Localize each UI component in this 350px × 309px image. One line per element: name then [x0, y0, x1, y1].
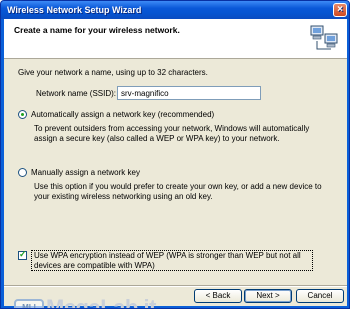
auto-key-description: To prevent outsiders from accessing your…	[34, 124, 310, 143]
wizard-client-area: Create a name for your wireless network.…	[4, 19, 347, 309]
watermark-tld: it	[143, 295, 156, 309]
wizard-header: Create a name for your wireless network.	[4, 19, 347, 59]
watermark: MLI MegaLab.it	[14, 295, 156, 309]
wpa-checkbox-label[interactable]: Use WPA encryption instead of WEP (WPA i…	[31, 250, 313, 271]
manual-key-radio-button[interactable]	[18, 168, 27, 177]
watermark-logo: MLI	[14, 299, 44, 308]
auto-key-label[interactable]: Automatically assign a network key (reco…	[31, 110, 214, 119]
next-button[interactable]: Next >	[244, 289, 292, 303]
watermark-main: MegaLab	[46, 295, 138, 309]
wizard-content: Give your network a name, using up to 32…	[4, 60, 347, 272]
ssid-input[interactable]	[117, 86, 261, 100]
page-title: Create a name for your wireless network.	[14, 25, 180, 35]
ssid-label: Network name (SSID):	[36, 89, 117, 98]
wizard-window: Wireless Network Setup Wizard × Create a…	[0, 0, 350, 309]
manual-key-label[interactable]: Manually assign a network key	[31, 168, 140, 177]
manual-key-radio[interactable]: Manually assign a network key	[18, 168, 140, 177]
watermark-text: MegaLab.it	[46, 295, 156, 309]
cancel-button[interactable]: Cancel	[296, 289, 344, 303]
title-bar[interactable]: Wireless Network Setup Wizard ×	[1, 1, 349, 19]
close-icon[interactable]: ×	[333, 3, 347, 17]
auto-key-radio[interactable]: Automatically assign a network key (reco…	[18, 110, 214, 119]
window-title: Wireless Network Setup Wizard	[7, 5, 142, 15]
auto-key-radio-button[interactable]	[18, 110, 27, 119]
back-button[interactable]: < Back	[194, 289, 242, 303]
wpa-checkbox[interactable]	[18, 249, 27, 260]
footer-divider	[4, 285, 347, 287]
wpa-checkbox-row[interactable]: Use WPA encryption instead of WEP (WPA i…	[18, 249, 313, 271]
intro-text: Give your network a name, using up to 32…	[18, 68, 208, 77]
manual-key-description: Use this option if you would prefer to c…	[34, 182, 322, 201]
network-computers-icon	[310, 25, 338, 50]
